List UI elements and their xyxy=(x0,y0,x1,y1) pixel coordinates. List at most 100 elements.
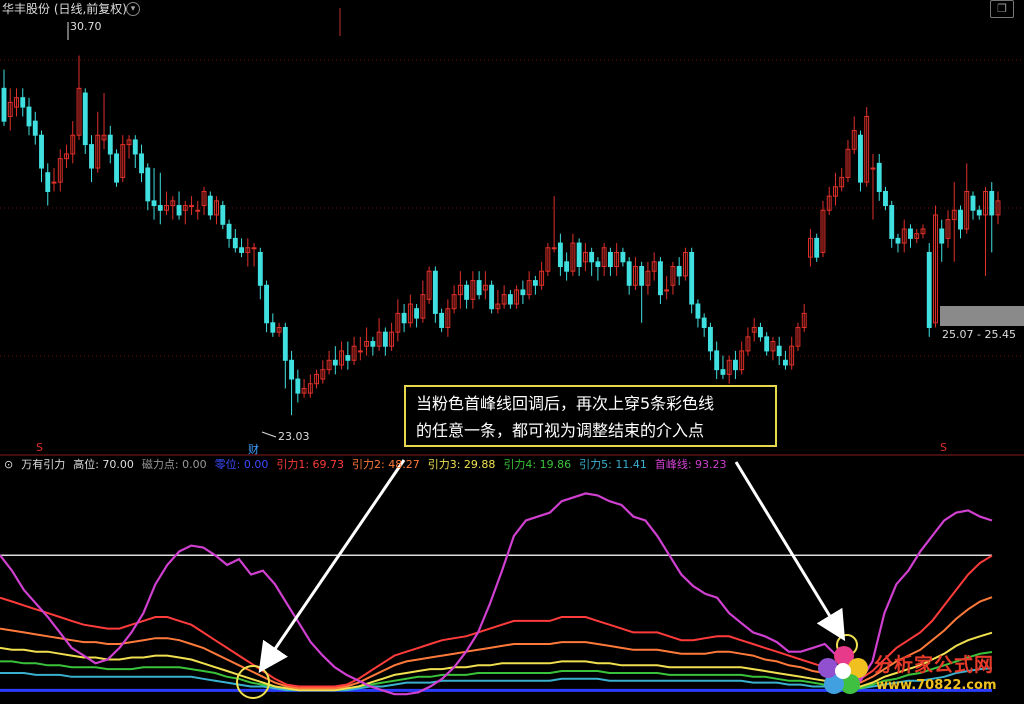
annotation-box: 当粉色首峰线回调后，再次上穿5条彩色线 的任意一条，都可视为调整结束的介入点 xyxy=(404,385,777,447)
candle-body xyxy=(576,242,582,268)
candle-body xyxy=(551,247,557,250)
candle-body xyxy=(689,251,695,305)
logo-name: 分析家公式网 xyxy=(874,654,995,676)
legend-item: 引力2: 48.27 xyxy=(352,458,420,471)
flower-logo-icon xyxy=(818,646,868,694)
candle-body xyxy=(89,144,94,169)
arrow-left xyxy=(258,459,406,673)
logo-url: www.70822.com xyxy=(876,678,997,693)
legend-item: 引力1: 69.73 xyxy=(276,458,345,471)
indicator-name[interactable]: 万有引力 xyxy=(21,456,65,472)
candle-body xyxy=(32,120,38,136)
candle-body xyxy=(107,134,113,155)
candle-body xyxy=(564,261,570,272)
legend-item: 引力4: 19.86 xyxy=(503,458,572,471)
candle-body xyxy=(139,153,144,174)
candle-body xyxy=(145,167,151,202)
candle-body xyxy=(758,326,763,338)
legend-item: 首峰线: 93.23 xyxy=(654,458,727,471)
arrow-right xyxy=(734,461,846,642)
candle-body xyxy=(82,92,88,146)
candle-body xyxy=(620,251,626,263)
chevron-down-icon[interactable]: ▾ xyxy=(126,2,140,16)
candle-body xyxy=(889,205,895,239)
candle-body xyxy=(20,97,26,108)
candle-body xyxy=(607,251,613,268)
high-price-label: 30.70 xyxy=(70,20,102,33)
s-marker-right: S xyxy=(940,441,947,454)
range-price-label: 25.07 - 25.45 xyxy=(942,328,1016,341)
candle-body xyxy=(476,280,482,296)
candle-body xyxy=(908,228,913,239)
candle-body xyxy=(664,289,670,292)
candle-body xyxy=(707,326,713,352)
candle-body xyxy=(976,209,982,216)
candle-body xyxy=(657,261,663,296)
candle-body xyxy=(732,359,738,371)
candle-body xyxy=(776,345,782,357)
candle-body xyxy=(989,190,995,216)
candle-body xyxy=(195,209,201,212)
candle-body xyxy=(520,289,526,296)
candle-body xyxy=(226,223,232,239)
candle-body xyxy=(282,326,288,361)
legend-item: 引力3: 29.88 xyxy=(427,458,496,471)
settings-icon[interactable]: ⊙ xyxy=(4,458,13,471)
candle-body xyxy=(176,205,182,216)
s-marker-left: S xyxy=(36,441,43,454)
candle-body xyxy=(45,172,51,192)
candle-body xyxy=(51,181,57,184)
candle-body xyxy=(883,190,888,207)
candle-body xyxy=(595,261,601,268)
candle-body xyxy=(270,322,276,333)
candle-body xyxy=(345,355,351,361)
candle-body xyxy=(939,228,945,244)
cai-marker: 财 xyxy=(248,443,259,456)
candle-body xyxy=(264,284,270,324)
candle-body xyxy=(958,209,963,230)
watermark-logo: 分析家公式网 www.70822.com xyxy=(814,636,1024,704)
candle-body xyxy=(414,308,420,319)
chart-canvas xyxy=(0,8,1024,699)
legend-item: 磁力点: 0.00 xyxy=(141,458,207,471)
candle-body xyxy=(532,280,538,286)
candle-body xyxy=(432,270,438,314)
candle-body xyxy=(39,134,44,169)
price-range-box xyxy=(940,306,1024,326)
candle-body xyxy=(676,266,682,277)
candle-body xyxy=(507,294,513,305)
annotation-line-1: 当粉色首峰线回调后，再次上穿5条彩色线 xyxy=(416,394,715,413)
candle-body xyxy=(714,350,720,371)
candle-body xyxy=(870,167,876,170)
low-pointer xyxy=(261,431,277,438)
candle-body xyxy=(370,341,376,347)
candle-body xyxy=(232,237,238,249)
legend-item: 高位: 70.00 xyxy=(73,458,134,471)
candle-body xyxy=(1,87,7,122)
candle-body xyxy=(895,237,901,244)
candle-body xyxy=(783,359,788,366)
candle-body xyxy=(557,242,563,268)
candle-body xyxy=(626,261,632,286)
candle-body xyxy=(701,317,707,328)
candle-body xyxy=(239,247,244,253)
candle-body xyxy=(207,195,213,216)
candle-body xyxy=(764,336,770,352)
candle-body xyxy=(695,303,701,319)
candle-body xyxy=(151,200,157,207)
candle-body xyxy=(464,284,470,300)
candle-body xyxy=(814,237,820,258)
indicator-legend: ⊙ 万有引力 高位: 70.00 磁力点: 0.00 零位: 0.00 引力1: 69… xyxy=(0,456,735,472)
restore-window-icon[interactable]: ❐ xyxy=(990,0,1014,18)
candle-body xyxy=(220,205,226,225)
candle-body xyxy=(970,195,976,211)
candle-body xyxy=(401,312,407,324)
candle-body xyxy=(720,369,726,375)
candle-body xyxy=(589,251,595,263)
candle-body xyxy=(132,139,138,155)
candle-body xyxy=(357,350,363,353)
candle-body xyxy=(876,162,882,192)
candle-body xyxy=(639,266,645,286)
annotation-line-2: 的任意一条，都可视为调整结束的介入点 xyxy=(416,421,705,440)
candle-body xyxy=(289,359,295,380)
